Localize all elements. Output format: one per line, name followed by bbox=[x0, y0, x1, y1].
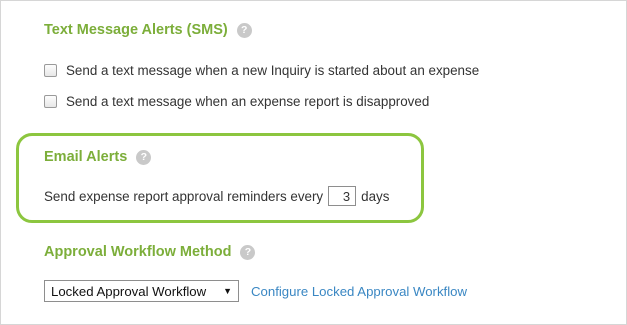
email-reminder-row: Send expense report approval reminders e… bbox=[44, 186, 389, 206]
email-title-text: Email Alerts bbox=[44, 149, 128, 165]
email-alerts-highlight bbox=[16, 133, 424, 223]
sms-inquiry-label: Send a text message when a new Inquiry i… bbox=[66, 63, 480, 78]
reminder-days-input[interactable] bbox=[328, 186, 357, 206]
question-circle-icon[interactable]: ? bbox=[236, 22, 252, 38]
question-circle-icon[interactable]: ? bbox=[136, 149, 152, 165]
sms-disapproved-checkbox[interactable] bbox=[44, 95, 57, 108]
reminder-prefix: Send expense report approval reminders e… bbox=[44, 188, 324, 204]
question-circle-icon[interactable]: ? bbox=[240, 244, 256, 260]
sms-title-text: Text Message Alerts (SMS) bbox=[44, 22, 228, 38]
email-section-title: Email Alerts ? bbox=[44, 149, 152, 165]
workflow-section-title: Approval Workflow Method ? bbox=[44, 244, 256, 260]
configure-workflow-link[interactable]: Configure Locked Approval Workflow bbox=[251, 284, 467, 299]
sms-option-inquiry[interactable]: Send a text message when a new Inquiry i… bbox=[44, 63, 479, 78]
workflow-method-select[interactable]: Locked Approval Workflow ▼ bbox=[44, 280, 239, 302]
sms-section-title: Text Message Alerts (SMS) ? bbox=[44, 22, 252, 38]
sms-option-disapproved[interactable]: Send a text message when an expense repo… bbox=[44, 94, 429, 109]
workflow-selected-value: Locked Approval Workflow bbox=[51, 283, 207, 299]
sms-disapproved-label: Send a text message when an expense repo… bbox=[66, 94, 430, 109]
sms-inquiry-checkbox[interactable] bbox=[44, 64, 57, 77]
reminder-suffix: days bbox=[361, 188, 390, 204]
triangle-down-icon: ▼ bbox=[223, 286, 232, 296]
workflow-title-text: Approval Workflow Method bbox=[44, 244, 232, 260]
